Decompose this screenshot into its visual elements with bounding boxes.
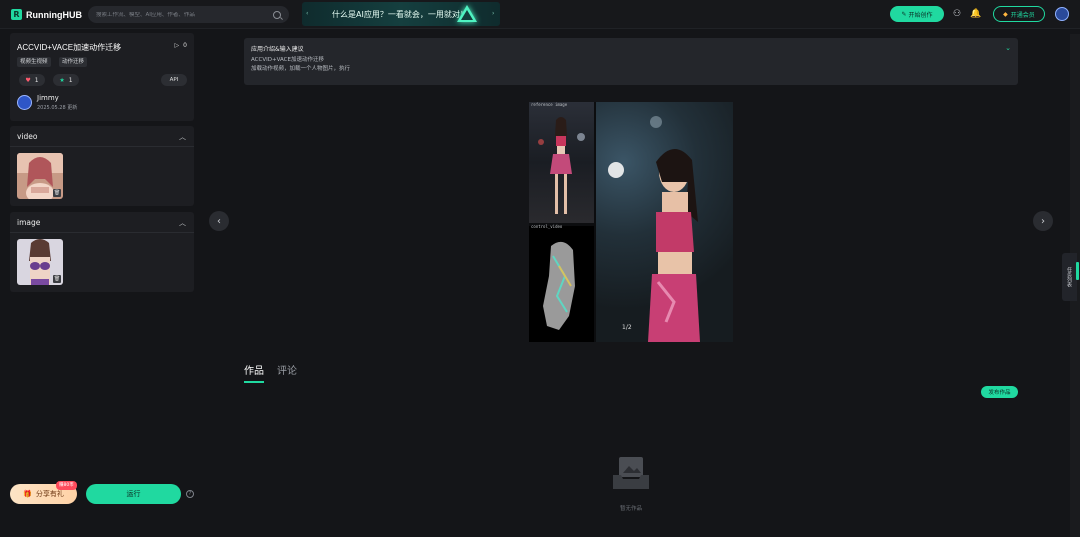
video-input-card: video ︿ 🗑: [10, 126, 194, 206]
like-button[interactable]: ♥ 1: [19, 74, 45, 86]
run-count: ▷ 0: [175, 42, 187, 49]
logo-text: RunningHUB: [26, 9, 82, 20]
triangle-logo-icon: [457, 5, 477, 22]
tab-works[interactable]: 作品: [244, 362, 264, 383]
run-count-value: 0: [183, 42, 187, 49]
author-name[interactable]: Jimmy: [37, 94, 59, 102]
chevron-up-icon[interactable]: ︿: [179, 132, 186, 142]
image-thumbnail[interactable]: 🗑: [17, 239, 63, 285]
pen-icon: ✎: [901, 10, 907, 18]
like-count: 1: [34, 76, 39, 84]
task-list-tab[interactable]: 任务列表: [1062, 253, 1077, 301]
description-title: 应用介绍&输入建议: [251, 46, 304, 53]
share-badge: 赚80币: [56, 481, 77, 490]
publish-work-button[interactable]: 发布作品: [981, 386, 1018, 398]
start-create-label: 开始创作: [908, 11, 933, 19]
top-bar: R RunningHUB ‹ 什么是AI应用？一看就会，一用就对！ › ✎ 开始…: [0, 0, 1080, 29]
prev-image-button[interactable]: ‹: [209, 211, 229, 231]
video-section-title: video: [17, 132, 38, 141]
image-input-card: image ︿ 🗑: [10, 212, 194, 292]
reference-image-panel: reference image: [529, 102, 594, 223]
logo-icon: R: [11, 9, 22, 20]
diamond-icon: ◆: [1003, 10, 1008, 18]
favorite-count: 1: [68, 76, 73, 84]
image-counter: 1/2: [622, 324, 632, 331]
generated-image-panel: [596, 102, 733, 342]
help-icon[interactable]: ?: [186, 490, 194, 498]
vip-label: 开通会员: [1010, 11, 1035, 19]
chevron-left-icon[interactable]: ‹: [306, 10, 308, 17]
banner-text: 什么是AI应用？一看就会，一用就对！: [332, 9, 468, 19]
control-video-panel: control_video: [529, 224, 594, 342]
result-preview[interactable]: reference image control_video 1/2: [529, 102, 733, 342]
description-line: 加载动作视频，加载一个人物图片，执行: [251, 66, 351, 72]
next-image-button[interactable]: ›: [1033, 211, 1053, 231]
star-icon: ★: [59, 76, 65, 84]
user-avatar[interactable]: [1055, 7, 1069, 21]
divider: [10, 232, 194, 233]
app-info-card: ACCVID+VACE加速动作迁移 ▷ 0 视频生视频 动作迁移 ♥ 1 ★ 1…: [10, 33, 194, 121]
delete-icon[interactable]: 🗑: [53, 189, 61, 197]
image-section-title: image: [17, 218, 41, 227]
tag-video-to-video[interactable]: 视频生视频: [17, 57, 51, 67]
bell-icon[interactable]: 🔔: [970, 9, 981, 19]
divider: [10, 146, 194, 147]
app-description-panel: 应用介绍&输入建议 ACCVID+VACE加速动作迁移 加载动作视频，加载一个人…: [244, 38, 1018, 85]
api-button[interactable]: API: [161, 74, 187, 86]
tag-motion-transfer[interactable]: 动作迁移: [59, 57, 88, 67]
promo-banner[interactable]: ‹ 什么是AI应用？一看就会，一用就对！ ›: [302, 2, 500, 26]
share-label: 分享有礼: [35, 490, 64, 498]
start-create-button[interactable]: ✎ 开始创作: [890, 6, 944, 22]
tab-comments[interactable]: 评论: [277, 362, 297, 383]
delete-icon[interactable]: 🗑: [53, 275, 61, 283]
play-icon: ▷: [174, 42, 180, 49]
description-line: ACCVID+VACE加速动作迁移: [251, 57, 324, 63]
chevron-up-icon[interactable]: ︿: [179, 218, 186, 228]
reference-image-label: reference image: [531, 102, 568, 107]
double-chevron-down-icon[interactable]: ⌄: [1005, 44, 1011, 52]
content-tabs: 作品 评论: [244, 362, 297, 383]
search-box[interactable]: [88, 6, 289, 23]
logo[interactable]: R RunningHUB: [11, 9, 82, 20]
search-icon[interactable]: [273, 10, 281, 19]
favorite-button[interactable]: ★ 1: [53, 74, 79, 86]
updated-date: 2025.05.28 更新: [37, 105, 78, 111]
video-thumbnail[interactable]: 🗑: [17, 153, 63, 199]
run-button[interactable]: 运行: [86, 484, 181, 504]
heart-icon: ♥: [25, 76, 31, 84]
vip-button[interactable]: ◆ 开通会员: [993, 6, 1045, 22]
empty-image-icon: [613, 455, 649, 491]
task-list-accent: [1076, 262, 1079, 280]
search-input[interactable]: [96, 11, 273, 18]
app-title: ACCVID+VACE加速动作迁移: [17, 43, 122, 52]
author-avatar[interactable]: [17, 95, 32, 110]
empty-works-text: 暂无作品: [619, 506, 642, 512]
chevron-right-icon[interactable]: ›: [492, 10, 494, 17]
gift-icon: 🎁: [23, 490, 32, 498]
community-icon[interactable]: ⚇: [952, 9, 962, 19]
